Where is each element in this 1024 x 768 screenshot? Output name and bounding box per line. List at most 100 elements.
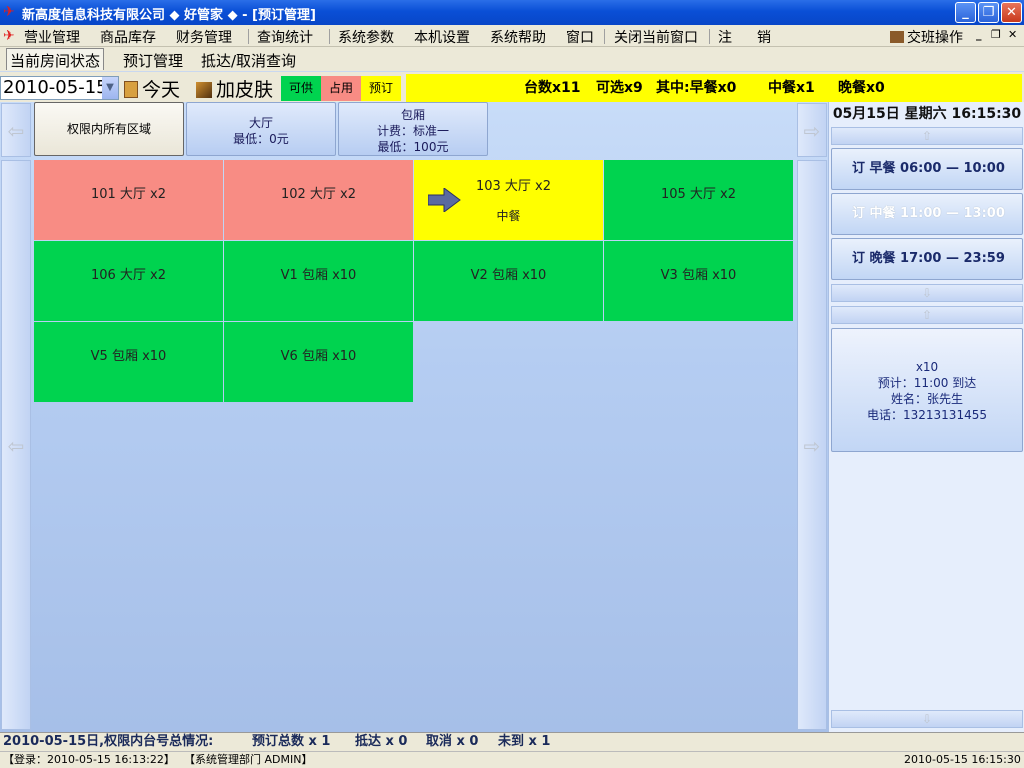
today-label: 今天 [142, 79, 181, 101]
table-106[interactable]: 106 大厅 x2 [34, 241, 223, 321]
status-not-arrived: 未到 x 1 [498, 734, 551, 749]
resv-arrival: 预计：11:00 到达 [877, 376, 977, 390]
area-private-billing: 计费：标准一 [376, 124, 449, 138]
table-v6[interactable]: V6 包厢 x10 [224, 322, 413, 402]
toolbar: 2010-05-15 ▼ 今天 加皮肤 可供 占用 预订 台数x11 可选x9 … [0, 72, 1024, 102]
legend-occupied: 占用 [321, 76, 361, 101]
area-next-arrow-icon[interactable]: ⇨ [797, 103, 827, 157]
menu-local-settings[interactable]: 本机设置 [414, 27, 470, 47]
tab-room-status[interactable]: 当前房间状态 [6, 48, 105, 70]
login-status-bar: 【登录：2010-05-15 16:13:22】 【系统管理部门 ADMIN】 … [0, 751, 1024, 768]
skin-label: 加皮肤 [216, 79, 274, 101]
page-prev-arrow-icon[interactable]: ⇦ [1, 160, 31, 730]
status-dept: 【系统管理部门 ADMIN】 [184, 753, 313, 766]
summary-breakfast: 其中:早餐x0 [656, 80, 737, 96]
area-hall-button[interactable]: 大厅 最低：0元 [186, 102, 336, 156]
clipboard-icon [124, 81, 138, 98]
legend-available: 可供 [281, 76, 321, 101]
summary-tables: 台数x11 [524, 80, 581, 96]
table-label: 103 大厅 x2 [475, 179, 552, 194]
mdi-minimize-button[interactable]: _ [976, 28, 982, 41]
close-button[interactable]: ✕ [1001, 2, 1022, 23]
summary-status-bar: 2010-05-15日,权限内台号总情况: 预订总数 x 1 抵达 x 0 取消… [0, 732, 1024, 751]
table-label: V6 包厢 x10 [280, 349, 357, 364]
menu-logout-2[interactable]: 销 [757, 27, 771, 47]
table-v2[interactable]: V2 包厢 x10 [414, 241, 603, 321]
mdi-restore-button[interactable]: ❐ [991, 28, 1001, 41]
status-clock: 2010-05-15 16:15:30 [904, 753, 1021, 766]
resv-count: x10 [915, 360, 939, 374]
table-label: 105 大厅 x2 [660, 187, 737, 202]
tab-arrival-cancel[interactable]: 抵达/取消查询 [198, 49, 299, 71]
status-prefix: 2010-05-15日,权限内台号总情况: [3, 734, 214, 749]
table-label: 101 大厅 x2 [90, 187, 167, 202]
menu-finance[interactable]: 财务管理 [176, 27, 232, 47]
reservation-card[interactable]: x10 预计：11:00 到达 姓名：张先生 电话：13213131455 [831, 328, 1023, 452]
menu-bar: ✈ 营业管理 商品库存 财务管理 查询统计 系统参数 本机设置 系统帮助 窗口 … [0, 25, 1024, 47]
date-picker[interactable]: 2010-05-15 ▼ [0, 76, 119, 100]
area-hall-min: 最低：0元 [233, 132, 289, 146]
meal-lunch-button[interactable]: 订 中餐 11:00 — 13:00 [831, 193, 1023, 235]
minimize-button[interactable]: _ [955, 2, 976, 23]
status-login: 【登录：2010-05-15 16:13:22】 [3, 753, 175, 766]
meal-scroll-down-icon[interactable]: ⇩ [831, 284, 1023, 302]
summary-dinner: 晚餐x0 [838, 80, 885, 96]
shift-icon [890, 31, 904, 43]
today-button[interactable]: 今天 [124, 75, 180, 102]
meal-dinner-button[interactable]: 订 晚餐 17:00 — 23:59 [831, 238, 1023, 280]
resv-phone: 电话：13213131455 [867, 408, 987, 422]
shift-label: 交班操作 [907, 30, 963, 46]
menu-inventory[interactable]: 商品库存 [100, 27, 156, 47]
table-label: V1 包厢 x10 [280, 268, 357, 283]
menu-separator [709, 29, 710, 44]
tab-reservation[interactable]: 预订管理 [120, 49, 186, 71]
resv-scroll-up-icon[interactable]: ⇧ [831, 306, 1023, 324]
shift-handover-button[interactable]: 交班操作 [890, 27, 963, 47]
table-103[interactable]: 103 大厅 x2 中餐 [414, 160, 603, 240]
chevron-down-icon[interactable]: ▼ [102, 77, 118, 99]
status-total: 预订总数 x 1 [252, 734, 331, 749]
menu-close-window[interactable]: 关闭当前窗口 [614, 27, 698, 47]
menu-business[interactable]: 营业管理 [24, 27, 80, 47]
tab-bar: 当前房间状态 预订管理 抵达/取消查询 [0, 47, 1024, 71]
table-102[interactable]: 102 大厅 x2 [224, 160, 413, 240]
area-all-button[interactable]: 权限内所有区域 [34, 102, 184, 156]
skin-icon [196, 82, 212, 98]
menu-logo-icon: ✈ [3, 28, 15, 44]
menu-separator [329, 29, 330, 44]
title-bar: ✈ 新高度信息科技有限公司 ◆ 好管家 ◆ - [预订管理] _ ❐ ✕ [0, 0, 1024, 25]
table-label: V5 包厢 x10 [90, 349, 167, 364]
meal-scroll-up-icon[interactable]: ⇧ [831, 127, 1023, 145]
table-v3[interactable]: V3 包厢 x10 [604, 241, 793, 321]
maximize-button[interactable]: ❐ [978, 2, 999, 23]
table-v5[interactable]: V5 包厢 x10 [34, 322, 223, 402]
resv-name: 姓名：张先生 [890, 392, 963, 406]
menu-logout-1[interactable]: 注 [718, 27, 732, 47]
area-private-min: 最低：100元 [377, 140, 449, 154]
menu-query[interactable]: 查询统计 [257, 27, 313, 47]
status-cancelled: 取消 x 0 [426, 734, 479, 749]
table-v1[interactable]: V1 包厢 x10 [224, 241, 413, 321]
window-title: 新高度信息科技有限公司 ◆ 好管家 ◆ - [预订管理] [22, 8, 316, 23]
meal-breakfast-button[interactable]: 订 早餐 06:00 — 10:00 [831, 148, 1023, 190]
table-105[interactable]: 105 大厅 x2 [604, 160, 793, 240]
table-label: V3 包厢 x10 [660, 268, 737, 283]
menu-help[interactable]: 系统帮助 [490, 27, 546, 47]
status-arrived: 抵达 x 0 [355, 734, 408, 749]
table-meal-label: 中餐 [496, 209, 521, 223]
area-hall-name: 大厅 [248, 116, 273, 130]
add-skin-button[interactable]: 加皮肤 [196, 75, 273, 102]
resv-scroll-down-icon[interactable]: ⇩ [831, 710, 1023, 728]
area-prev-arrow-icon[interactable]: ⇦ [1, 103, 31, 157]
area-private-name: 包厢 [400, 108, 425, 122]
panel-datetime: 05月15日 星期六 16:15:30 [832, 106, 1022, 122]
table-101[interactable]: 101 大厅 x2 [34, 160, 223, 240]
area-private-button[interactable]: 包厢 计费：标准一 最低：100元 [338, 102, 488, 156]
mdi-close-button[interactable]: ✕ [1008, 28, 1017, 41]
page-next-arrow-icon[interactable]: ⇨ [797, 160, 827, 730]
menu-window[interactable]: 窗口 [566, 27, 594, 47]
menu-system-params[interactable]: 系统参数 [338, 27, 394, 47]
table-label: 102 大厅 x2 [280, 187, 357, 202]
legend-reserved: 预订 [361, 76, 401, 101]
table-label: 106 大厅 x2 [90, 268, 167, 283]
